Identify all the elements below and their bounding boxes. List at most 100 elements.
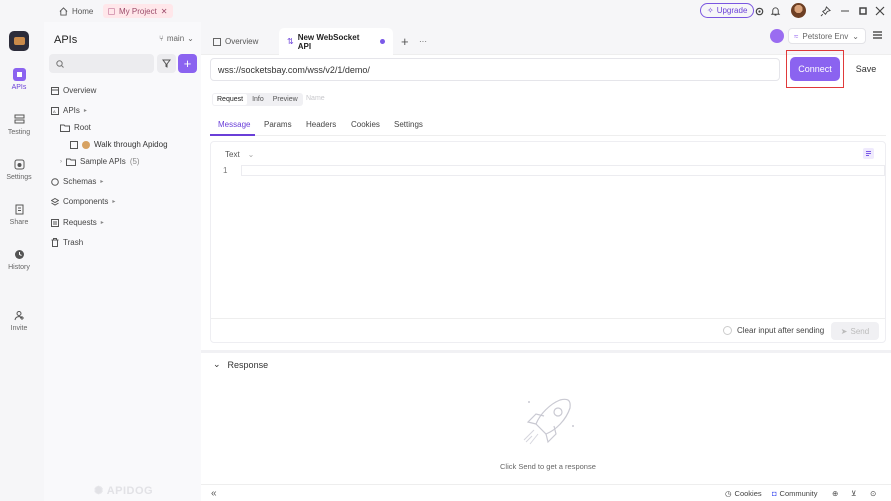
schema-icon [51, 177, 59, 186]
community-icon: ◘ [772, 489, 777, 498]
websocket-icon: ⇅ [287, 37, 294, 46]
response-header[interactable]: ⌄ Response [213, 359, 268, 370]
chevron-down-icon: ⌄ [247, 150, 255, 159]
tab-new-websocket-api[interactable]: ⇅ New WebSocket API [279, 28, 393, 55]
add-button[interactable]: + [178, 54, 197, 73]
tree-item-sample-apis[interactable]: › Sample APIs (5) [60, 157, 140, 166]
search-input[interactable] [49, 54, 154, 73]
editor-footer: Clear input after sending ➤ Send [211, 318, 885, 342]
send-button[interactable]: ➤ Send [831, 322, 879, 340]
rail-item-invite[interactable]: Invite [0, 309, 38, 332]
main-panel: Overview ⇅ New WebSocket API + ··· ≈ Pet… [201, 22, 891, 501]
tab-cookies[interactable]: Cookies [351, 120, 380, 129]
tree-item-walkthrough[interactable]: Walk through Apidog [70, 140, 168, 149]
menu-icon[interactable] [873, 31, 882, 39]
chevron-down-icon: ⌄ [187, 34, 194, 43]
rail-item-testing[interactable]: Testing [0, 113, 38, 136]
status-bar: « ◷ Cookies ◘ Community ⊕ ⊻ ⊙ [201, 484, 891, 501]
components-icon [51, 197, 59, 206]
plus-icon: + [183, 56, 192, 71]
connect-button[interactable]: Connect [790, 57, 840, 81]
filter-icon [162, 59, 171, 68]
environment-selector[interactable]: ≈ Petstore Env ⌄ [788, 28, 866, 44]
clear-input-checkbox[interactable] [723, 326, 732, 335]
rail-item-apis[interactable]: APIs [0, 68, 38, 91]
name-field[interactable]: Name [306, 95, 325, 102]
format-icon[interactable] [863, 148, 874, 159]
tree-item-components[interactable]: Components ▸ [51, 197, 115, 206]
environment-icon[interactable] [770, 29, 784, 43]
request-sub-tabs: Message Params Headers Cookies Settings [210, 112, 886, 136]
minimize-icon[interactable] [838, 4, 852, 18]
tab-settings[interactable]: Settings [394, 120, 423, 129]
chevron-down-icon: ⌄ [213, 359, 221, 369]
doc-icon [70, 140, 78, 149]
workspace-icon[interactable] [9, 31, 29, 51]
caret-icon: ▸ [112, 199, 116, 205]
title-bar: Home My Project ✕ ✧ Upgrade [0, 0, 891, 22]
code-input[interactable] [241, 165, 885, 176]
gift-icon[interactable]: ⊻ [851, 489, 857, 498]
tree-item-requests[interactable]: Requests ▸ [51, 218, 104, 227]
dog-icon [82, 140, 90, 149]
tab-params[interactable]: Params [264, 120, 292, 129]
api-folder-icon: A [51, 106, 59, 115]
apis-icon [12, 68, 26, 81]
settings-icon [13, 158, 26, 171]
gear-icon[interactable] [752, 4, 766, 18]
restore-icon[interactable] [856, 4, 870, 18]
caret-icon: ▸ [83, 108, 87, 114]
rail-item-history[interactable]: History [0, 248, 38, 271]
collapse-sidebar-button[interactable]: « [211, 488, 217, 499]
format-selector[interactable]: Text ⌄ [225, 150, 254, 159]
bell-icon[interactable] [768, 4, 782, 18]
env-icon: ≈ [794, 31, 799, 41]
search-icon [56, 59, 64, 68]
folder-icon [66, 158, 76, 166]
tree-item-apis[interactable]: A APIs ▸ [51, 106, 87, 115]
clear-input-label: Clear input after sending [737, 326, 825, 335]
rail-item-share[interactable]: Share [0, 203, 38, 226]
overview-icon [213, 37, 221, 46]
caret-icon: ▸ [100, 179, 104, 185]
history-icon [13, 248, 26, 261]
apidog-logo: ✺ APIDOG [94, 484, 154, 498]
pin-icon[interactable] [818, 4, 832, 18]
active-tab-underline [210, 134, 255, 136]
splitter-handle[interactable] [201, 350, 891, 353]
community-button[interactable]: ◘ Community [772, 489, 817, 498]
branch-icon: ⑂ [159, 34, 164, 43]
url-input[interactable]: wss://socketsbay.com/wss/v2/1/demo/ [210, 58, 780, 81]
question-icon[interactable]: ⊙ [870, 489, 876, 498]
mode-preview[interactable]: Preview [269, 94, 302, 105]
share-icon [13, 203, 26, 216]
branch-selector[interactable]: ⑂ main ⌄ [159, 34, 194, 43]
help-center-icon[interactable]: ⊕ [832, 489, 838, 498]
project-tab[interactable]: My Project ✕ [103, 4, 173, 18]
rail-item-settings[interactable]: Settings [0, 158, 38, 181]
tree-item-root[interactable]: Root [60, 123, 91, 132]
tree-item-overview[interactable]: Overview [51, 86, 96, 95]
mode-info[interactable]: Info [248, 94, 268, 105]
close-icon[interactable]: ✕ [161, 7, 168, 16]
save-button[interactable]: Save [849, 57, 883, 81]
tab-message[interactable]: Message [218, 120, 250, 129]
close-window-icon[interactable] [873, 4, 887, 18]
tab-overview[interactable]: Overview [205, 28, 266, 55]
tree-item-trash[interactable]: Trash [51, 238, 83, 247]
more-tabs-button[interactable]: ··· [411, 28, 435, 55]
svg-text:A: A [53, 109, 56, 114]
mode-request[interactable]: Request [213, 94, 248, 105]
tree-item-schemas[interactable]: Schemas ▸ [51, 177, 103, 186]
filter-button[interactable] [157, 54, 176, 73]
rocket-illustration-icon [516, 390, 580, 454]
tab-headers[interactable]: Headers [306, 120, 336, 129]
home-tab[interactable]: Home [54, 4, 98, 18]
plus-icon: + [401, 34, 409, 49]
upgrade-button[interactable]: ✧ Upgrade [700, 3, 755, 18]
avatar[interactable] [791, 3, 806, 18]
project-icon [108, 7, 115, 15]
invite-icon [13, 309, 26, 322]
cookies-button[interactable]: ◷ Cookies [725, 489, 762, 498]
rocket-small-icon: ✧ [707, 6, 714, 15]
